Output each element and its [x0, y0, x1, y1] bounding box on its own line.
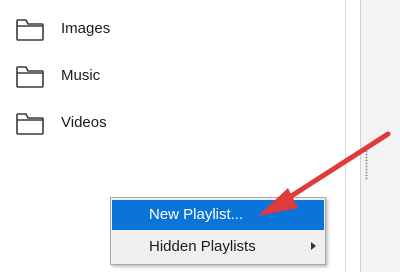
app-window: Images Music Videos New Playlist... Hidd…: [0, 0, 400, 272]
menu-item-label: Hidden Playlists: [149, 238, 256, 255]
nav-item-videos[interactable]: Videos: [0, 104, 345, 148]
menu-item-label: New Playlist...: [149, 206, 244, 223]
nav-item-label: Videos: [61, 114, 107, 131]
right-pane: [360, 0, 400, 272]
chevron-right-icon: [311, 242, 316, 250]
nav-item-images[interactable]: Images: [0, 10, 345, 54]
folder-icon: [16, 113, 44, 135]
nav-item-label: Images: [61, 20, 111, 37]
menu-item-new-playlist[interactable]: New Playlist...: [112, 200, 324, 230]
context-menu: New Playlist... Hidden Playlists: [110, 197, 326, 265]
scroll-gutter: [346, 0, 360, 272]
resize-grip-icon[interactable]: [365, 150, 368, 180]
menu-item-hidden-playlists[interactable]: Hidden Playlists: [112, 232, 324, 262]
folder-icon: [16, 66, 44, 88]
nav-item-music[interactable]: Music: [0, 57, 345, 101]
folder-icon: [16, 19, 44, 41]
nav-item-label: Music: [61, 67, 101, 84]
